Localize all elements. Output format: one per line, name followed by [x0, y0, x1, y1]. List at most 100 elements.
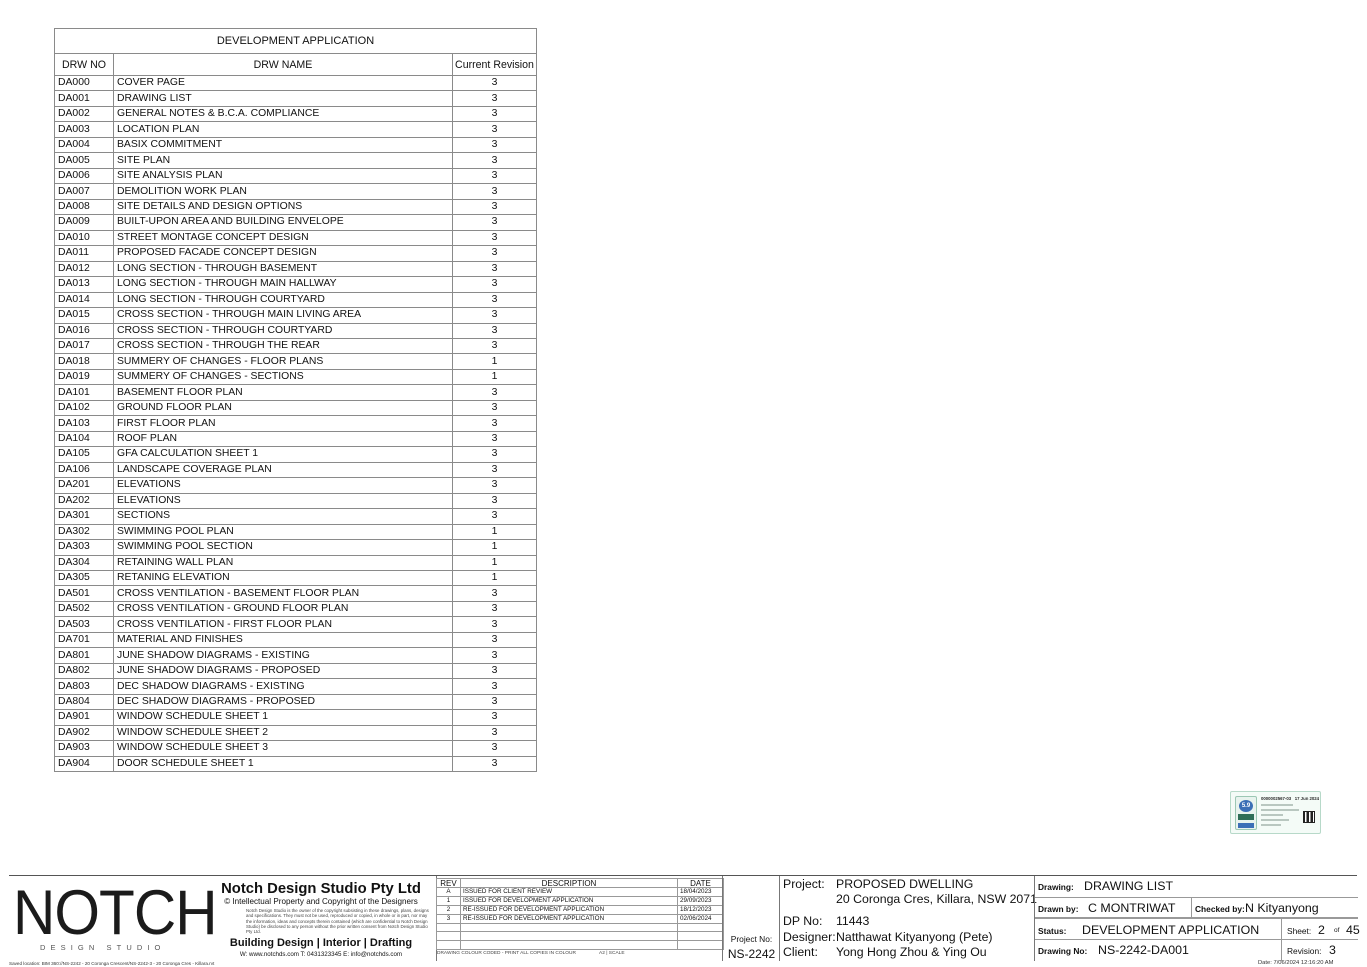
revision-date-cell	[677, 940, 724, 951]
table-row: DA902 WINDOW SCHEDULE SHEET 23	[54, 724, 538, 742]
revision-row: 2 RE-ISSUED FOR DEVELOPMENT APPLICATION 18…	[436, 904, 724, 915]
drawing-number-cell: DA106	[54, 461, 114, 479]
table-row: DA801 JUNE SHADOW DIAGRAMS - EXISTING 3	[54, 647, 538, 664]
table-row: DA007 DEMOLITION WORK PLAN 3	[54, 183, 538, 200]
revision-cell: 3	[451, 214, 538, 231]
drawing-number-cell: DA002	[54, 105, 114, 123]
drawing-name-cell: JUNE SHADOW DIAGRAMS - PROPOSED	[113, 662, 453, 680]
drawing-number-cell: DA018	[54, 353, 114, 370]
drawing-number-cell: DA302	[54, 523, 114, 541]
star-rating-icon: 5.9	[1239, 800, 1253, 812]
drawing-number-cell: DA012	[54, 260, 114, 278]
rev-column-header: REV	[436, 878, 461, 888]
drawing-number-cell: DA019	[54, 368, 114, 386]
revision-cell: 1	[451, 569, 538, 587]
revision-date-cell: 02/06/2024	[677, 913, 724, 924]
drawing-name-cell: DEMOLITION WORK PLAN	[113, 183, 453, 200]
table-row: DA903 WINDOW SCHEDULE SHEET 33	[54, 740, 538, 757]
revision-cell: 3	[451, 121, 538, 138]
drawing-name-cell: RETAINING WALL PLAN	[113, 554, 453, 572]
revision-cell: 3	[451, 508, 538, 525]
drawing-name-cell: LOCATION PLAN	[113, 121, 453, 138]
revision-cell: 3	[451, 631, 538, 649]
drawing-label: Drawing:	[1038, 882, 1074, 892]
drawing-name-cell: SUMMERY OF CHANGES - FLOOR PLANS	[113, 353, 453, 370]
drawing-name-cell: GROUND FLOOR PLAN	[113, 399, 453, 417]
drawing-list-caption: DEVELOPMENT APPLICATION	[53, 28, 538, 54]
revision-cell: 3	[451, 291, 538, 309]
drawing-number-cell: DA101	[54, 384, 114, 401]
drawing-number-value: NS-2242-DA001	[1098, 943, 1189, 957]
revision-row	[436, 940, 724, 951]
drawing-number-cell: DA804	[54, 693, 114, 711]
revision-cell: 3	[451, 662, 538, 680]
revision-cell: 3	[451, 585, 538, 602]
project-label: Project:	[783, 877, 825, 891]
saved-location: Saved location: BIM 360://NS-2242 - 20 C…	[9, 961, 215, 966]
revision-cell: 3	[451, 755, 538, 773]
table-row: DA000 COVER PAGE 3	[54, 74, 538, 92]
drawing-number-cell: DA501	[54, 585, 114, 602]
basix-certificate-stamp: 5.9 0000002567-03 17 Jun 2024	[1230, 791, 1321, 834]
revision-cell: 3	[451, 492, 538, 510]
nathers-rating-badge: 5.9	[1235, 796, 1257, 830]
revision-cell: 3	[451, 136, 538, 154]
revision-cell: 3	[451, 616, 538, 633]
drawing-details: Drawing: DRAWING LIST Drawn by: C MONTRI…	[1034, 876, 1360, 961]
rating-bar	[1238, 823, 1254, 828]
drawing-name-cell: ELEVATIONS	[113, 492, 453, 510]
drawing-number-cell: DA801	[54, 647, 114, 664]
project-name: PROPOSED DWELLING	[836, 877, 974, 891]
table-row: DA802 JUNE SHADOW DIAGRAMS - PROPOSED 3	[54, 662, 538, 680]
revision-rev-cell	[436, 940, 461, 951]
table-row: DA011 PROPOSED FACADE CONCEPT DESIGN 3	[54, 245, 538, 262]
revision-date-cell: 18/04/2023	[677, 887, 724, 897]
dp-number-label: DP No:	[783, 914, 823, 928]
drawing-name-cell: BASEMENT FLOOR PLAN	[113, 384, 453, 401]
table-row: DA501 CROSS VENTILATION - BASEMENT FLOOR …	[54, 585, 538, 602]
drawing-number-label: Drawing No:	[1038, 946, 1088, 956]
revision-date-cell: 29/09/2023	[677, 895, 724, 906]
drawing-number-cell: DA105	[54, 446, 114, 463]
drawing-name-cell: BUILT-UPON AREA AND BUILDING ENVELOPE	[113, 214, 453, 231]
drawn-by-label: Drawn by:	[1038, 904, 1079, 914]
drawing-number-cell: DA007	[54, 183, 114, 200]
drawing-number-cell: DA014	[54, 291, 114, 309]
drawing-name-cell: CROSS VENTILATION - FIRST FLOOR PLAN	[113, 616, 453, 633]
company-logo: NOTCH DESIGN STUDIO	[9, 876, 218, 961]
drawing-number-cell: DA003	[54, 121, 114, 138]
revision-desc-cell	[460, 940, 678, 951]
drawing-name-cell: CROSS VENTILATION - GROUND FLOOR PLAN	[113, 600, 453, 618]
revision-desc-cell	[460, 922, 678, 933]
revision-cell: 3	[451, 337, 538, 355]
drawing-name-cell: SECTIONS	[113, 508, 453, 525]
table-row: DA304 RETAINING WALL PLAN 1	[54, 554, 538, 572]
revision-desc-cell	[460, 931, 678, 942]
drawing-number-cell: DA102	[54, 399, 114, 417]
drawing-list-table: DEVELOPMENT APPLICATION DRW NO DRW NAME …	[53, 28, 538, 773]
project-number-label: Project No:	[730, 934, 773, 944]
table-row: DA006 SITE ANALYSIS PLAN 3	[54, 167, 538, 185]
project-number-value: NS-2242	[727, 947, 776, 961]
table-row: DA014 LONG SECTION - THROUGH COURTYARD 3	[54, 291, 538, 309]
table-row: DA008 SITE DETAILS AND DESIGN OPTIONS 3	[54, 198, 538, 216]
revision-cell: 3	[451, 245, 538, 262]
revision-cell: 3	[451, 399, 538, 417]
table-row: DA901 WINDOW SCHEDULE SHEET 13	[54, 709, 538, 726]
sheet-number: 2	[1318, 923, 1325, 937]
revision-cell: 3	[451, 198, 538, 216]
table-row: DA013 LONG SECTION - THROUGH MAIN HALLWAY…	[54, 276, 538, 293]
revision-desc-cell: ISSUED FOR CLIENT REVIEW	[460, 887, 678, 897]
drawing-number-cell: DA004	[54, 136, 114, 154]
revision-desc-cell: RE-ISSUED FOR DEVELOPMENT APPLICATION	[460, 904, 678, 915]
revision-date-cell	[677, 931, 724, 942]
drawn-by-value: C MONTRIWAT	[1088, 901, 1176, 915]
revision-cell: 3	[451, 276, 538, 293]
table-row: DA102 GROUND FLOOR PLAN 3	[54, 399, 538, 417]
revision-cell: 3	[451, 600, 538, 618]
company-contact: W: www.notchds.com T: 0431323345 E: info…	[239, 951, 403, 958]
drawing-name-cell: STREET MONTAGE CONCEPT DESIGN	[113, 229, 453, 247]
certificate-number: 0000002567-03	[1261, 796, 1292, 801]
drawing-number-cell: DA103	[54, 415, 114, 432]
table-row: DA103 FIRST FLOOR PLAN 3	[54, 415, 538, 432]
